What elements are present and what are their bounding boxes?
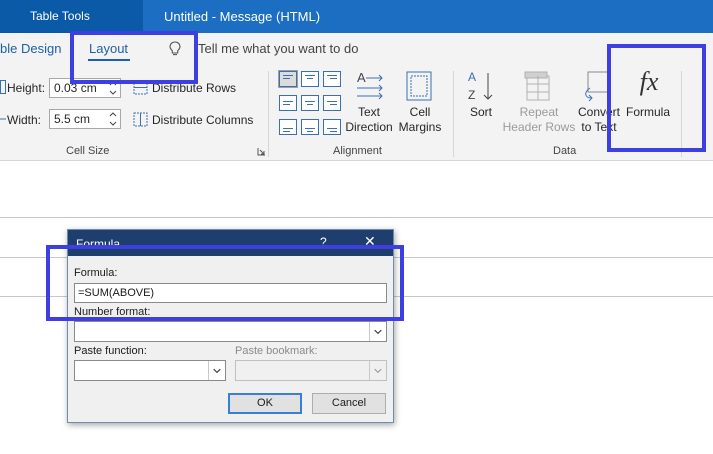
tab-table-design[interactable]: ble Design: [0, 41, 61, 56]
repeat-header-line2: Header Rows: [502, 120, 576, 134]
svg-text:A: A: [357, 70, 366, 85]
distribute-columns-button[interactable]: Distribute Columns: [152, 113, 253, 127]
text-direction-line1: Text: [357, 105, 380, 119]
convert-to-text-icon[interactable]: [582, 70, 610, 102]
group-separator: [268, 71, 269, 157]
title-bar: Table Tools Untitled - Message (HTML): [0, 0, 713, 33]
align-bottom-center-button[interactable]: [301, 119, 319, 135]
chevron-down-icon[interactable]: [208, 361, 225, 380]
dialog-launcher-icon[interactable]: [257, 147, 266, 156]
align-center-button[interactable]: [301, 95, 319, 111]
group-separator: [453, 71, 454, 157]
text-direction-icon[interactable]: A: [354, 70, 386, 102]
svg-text:Z: Z: [468, 88, 475, 102]
align-top-left-button[interactable]: [278, 70, 298, 88]
chevron-down-icon[interactable]: [369, 322, 386, 341]
ok-button[interactable]: OK: [228, 393, 302, 414]
repeat-header-rows-button: Repeat Header Rows: [502, 105, 576, 135]
width-icon: [0, 118, 6, 120]
cell-size-group-label: Cell Size: [66, 145, 110, 157]
highlight-box-formula-field: [46, 245, 404, 321]
paste-function-select[interactable]: [74, 360, 226, 381]
table-tools-label: Table Tools: [0, 0, 143, 33]
chevron-down-icon: [369, 361, 382, 380]
repeat-header-line1: Repeat: [519, 105, 559, 119]
number-format-select[interactable]: [74, 321, 387, 342]
repeat-header-rows-icon: [524, 71, 550, 101]
align-center-left-button[interactable]: [279, 95, 297, 111]
cell-margins-icon[interactable]: [405, 70, 433, 102]
sort-icon[interactable]: A Z: [466, 69, 496, 103]
distribute-columns-icon[interactable]: [133, 112, 148, 127]
paste-bookmark-select: [235, 360, 387, 381]
align-bottom-left-button[interactable]: [279, 119, 297, 135]
height-icon: [0, 80, 6, 94]
align-center-right-button[interactable]: [323, 95, 341, 111]
document-title: Untitled - Message (HTML): [164, 9, 321, 24]
align-bottom-right-button[interactable]: [323, 119, 341, 135]
text-direction-button[interactable]: Text Direction: [341, 105, 397, 135]
text-direction-line2: Direction: [345, 120, 393, 134]
cell-margins-line2: Margins: [398, 120, 442, 134]
tell-me-search[interactable]: Tell me what you want to do: [198, 41, 358, 56]
cell-margins-button[interactable]: Cell Margins: [395, 105, 445, 135]
alignment-group-label: Alignment: [333, 145, 382, 157]
highlight-box-layout-tab: [70, 31, 198, 84]
paste-bookmark-label: Paste bookmark:: [235, 345, 318, 357]
highlight-box-formula-button: [607, 44, 706, 152]
paste-function-label: Paste function:: [74, 345, 147, 357]
screenshot-root: Table Tools Untitled - Message (HTML) bl…: [0, 0, 713, 454]
cell-margins-line1: Cell: [409, 105, 431, 119]
align-top-right-button[interactable]: [323, 71, 341, 87]
sort-button[interactable]: Sort: [462, 105, 500, 120]
width-label: Width:: [7, 113, 42, 127]
table-row-border: [0, 217, 713, 218]
width-spinner[interactable]: [106, 109, 120, 129]
cancel-button[interactable]: Cancel: [312, 393, 386, 414]
height-label: Height:: [7, 81, 46, 95]
data-group-label: Data: [553, 145, 577, 157]
align-top-center-button[interactable]: [301, 71, 319, 87]
svg-text:A: A: [468, 70, 476, 84]
